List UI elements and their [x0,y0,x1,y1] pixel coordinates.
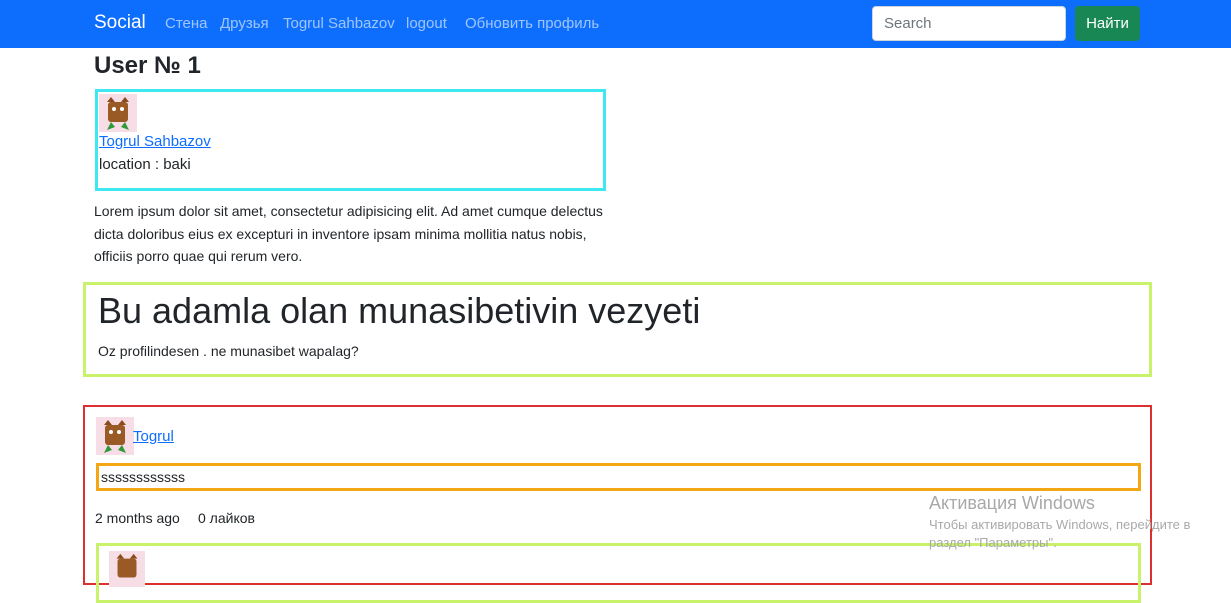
comment-card [96,543,1141,603]
relationship-card: Bu adamla olan munasibetivin vezyeti Oz … [83,282,1152,377]
page-title: User № 1 [94,52,201,79]
comment-avatar [109,551,145,587]
navbar: Social Стена Друзья Togrul Sahbazov logo… [0,0,1231,48]
avatar-image [96,417,134,455]
avatar-image [99,94,137,132]
nav-link-profile[interactable]: Togrul Sahbazov [283,15,395,32]
search-input[interactable] [872,6,1066,41]
profile-location: location : baki [99,156,191,173]
nav-link-logout[interactable]: logout [406,15,447,32]
search-button[interactable]: Найти [1075,6,1140,41]
post-avatar [96,417,134,455]
nav-link-friends[interactable]: Друзья [220,15,269,32]
relationship-subtitle: Oz profilindesen . ne munasibet wapalag? [98,343,359,359]
windows-activation-subtitle: Чтобы активировать Windows, перейдите в … [929,517,1191,550]
post-timestamp: 2 months ago [95,510,180,526]
nav-link-wall[interactable]: Стена [165,15,208,32]
avatar [99,94,137,132]
profile-about: Lorem ipsum dolor sit amet, consectetur … [94,203,603,264]
profile-card: Togrul Sahbazov location : baki [95,89,606,191]
like-count[interactable]: 0 лайков [198,510,255,526]
avatar-image [109,551,145,587]
brand-link[interactable]: Social [94,12,146,34]
post-text: ssssssssssss [101,469,185,485]
post-content: ssssssssssss [96,463,1141,491]
relationship-title: Bu adamla olan munasibetivin vezyeti [98,290,701,331]
nav-link-update-profile[interactable]: Обновить профиль [465,15,599,32]
windows-activation-title: Активация Windows [929,493,1095,513]
profile-name-link[interactable]: Togrul Sahbazov [99,133,211,150]
post-author-link[interactable]: Togrul [133,428,174,445]
